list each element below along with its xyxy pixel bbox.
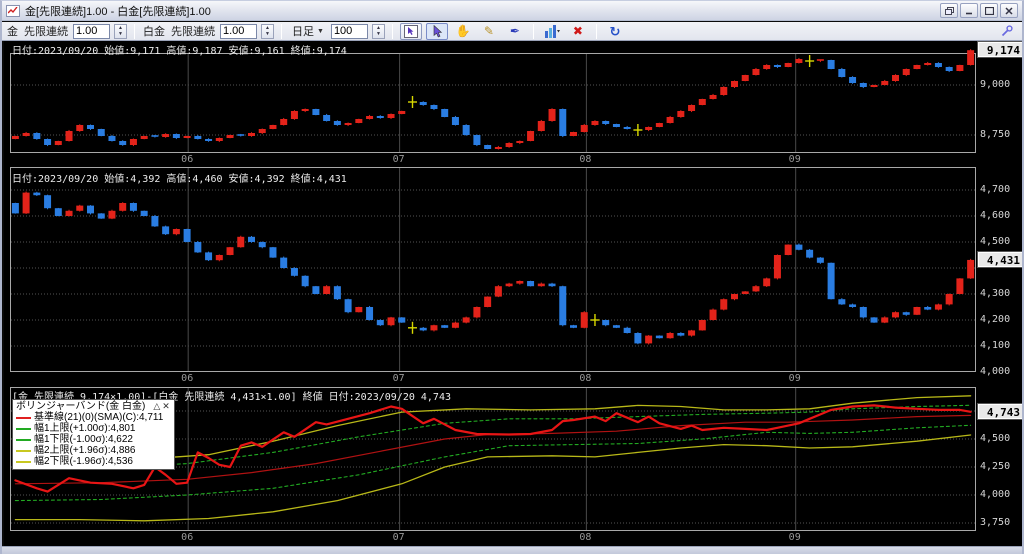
toolbar-separator <box>281 23 282 39</box>
y-axis-label: 4,200 <box>980 314 1011 325</box>
x-axis-month-label: 08 <box>579 154 592 165</box>
toolbar-separator <box>134 23 135 39</box>
y-axis-label: 4,300 <box>980 288 1011 299</box>
toolbar-separator <box>391 23 393 39</box>
legend-row: 幅2下限(-1.96σ):4,536 <box>16 456 170 467</box>
x-axis-month-label: 09 <box>788 373 801 384</box>
legend-collapse-icon[interactable]: △ <box>153 401 160 412</box>
chevron-down-icon: ▼ <box>317 27 324 35</box>
y-axis-label: 4,250 <box>980 461 1011 472</box>
legend-line-swatch <box>16 460 31 463</box>
legend-row-label: 幅2上限(+1.96σ):4,886 <box>34 445 136 456</box>
x-axis-month-label: 09 <box>788 154 801 165</box>
spread-x-axis: 06 07 08 09 <box>4 531 976 545</box>
toolbar-separator <box>595 23 597 39</box>
legend-line-swatch <box>16 416 31 419</box>
x-axis-month-label: 09 <box>788 532 801 543</box>
gold-series-label: 先限連続 <box>24 26 68 38</box>
y-axis-label: 4,500 <box>980 236 1011 247</box>
gold-candle-chart[interactable] <box>4 41 1024 153</box>
window-bottom-border <box>2 546 1022 554</box>
legend-row-label: 幅2下限(-1.96σ):4,536 <box>34 456 133 467</box>
legend-title: ボリンジャーバンド(金 白金) <box>16 401 146 412</box>
legend-row-label: 幅1下限(-1.00σ):4,622 <box>34 434 133 445</box>
legend-line-swatch <box>16 427 31 430</box>
maximize-button[interactable] <box>980 3 998 18</box>
x-axis-month-label: 08 <box>579 373 592 384</box>
candles <box>11 191 975 345</box>
plat-last-price-badge: 4,431 <box>977 250 1022 268</box>
gold-ratio-spinner[interactable]: ▲ ▼ <box>114 23 127 39</box>
x-axis-month-label: 07 <box>392 532 405 543</box>
hand-tool-button[interactable]: ✋ <box>452 23 474 40</box>
delete-indicator-button[interactable]: ✖ <box>567 23 589 40</box>
cursor-tool-button[interactable] <box>425 22 448 40</box>
gold-last-price-badge: 9,174 <box>977 41 1022 59</box>
legend-row: 幅1上限(+1.00σ):4,801 <box>16 423 170 434</box>
y-axis-label: 4,500 <box>980 433 1011 444</box>
window-title: 金[先限連続]1.00 - 白金[先限連続]1.00 <box>25 5 211 18</box>
toolbar-separator <box>532 23 534 39</box>
legend-row-label: 基準線(21)(0)(SMA)(C):4,711 <box>34 412 164 423</box>
platinum-x-axis: 06 07 08 09 <box>4 372 976 386</box>
float-window-button[interactable] <box>940 3 958 18</box>
period-dropdown[interactable]: 日足 ▼ <box>289 23 327 39</box>
plat-symbol-label: 白金 <box>143 26 165 38</box>
gold-ratio-input[interactable] <box>73 23 110 39</box>
y-axis-label: 4,600 <box>980 210 1011 221</box>
legend-line-swatch <box>16 449 31 452</box>
legend-row: 幅1下限(-1.00σ):4,622 <box>16 434 170 445</box>
x-axis-month-label: 08 <box>579 532 592 543</box>
x-axis-month-label: 07 <box>392 373 405 384</box>
x-axis-month-label: 06 <box>181 373 194 384</box>
y-axis-label: 9,000 <box>980 79 1011 90</box>
pencil-tool-button[interactable]: ✎ <box>478 23 500 40</box>
app-icon <box>6 4 20 17</box>
legend-row: 基準線(21)(0)(SMA)(C):4,711 <box>16 412 170 423</box>
toolbar: 金 先限連続 ▲▼ 白金 先限連続 ▲▼ 日足 ▼ ▲▼ ✋ ✎ ✒ ✖ ↻ <box>2 22 1022 41</box>
bollinger-legend: ボリンジャーバンド(金 白金) △ ✕ 基準線(21)(0)(SMA)(C):4… <box>12 399 175 470</box>
y-axis-label: 4,700 <box>980 184 1011 195</box>
plat-ratio-input[interactable] <box>220 23 257 39</box>
x-axis-month-label: 07 <box>392 154 405 165</box>
bar-count-input[interactable] <box>330 23 368 39</box>
price-axis-column: 9,000 8,750 9,174 4,700 4,600 4,500 4,300 4,200… <box>977 41 1022 547</box>
bar-count-spinner[interactable]: ▲ ▼ <box>371 23 385 39</box>
y-axis-label: 4,000 <box>980 489 1011 500</box>
x-axis-month-label: 06 <box>181 154 194 165</box>
platinum-info-line: 日付:2023/09/20 始値:4,392 高値:4,460 安値:4,392… <box>12 174 347 185</box>
title-bar[interactable]: 金[先限連続]1.00 - 白金[先限連続]1.00 <box>2 1 1022 21</box>
crosshair-tool-button[interactable] <box>399 22 422 40</box>
y-axis-label: 4,100 <box>980 340 1011 351</box>
chart-region: 日付:2023/09/20 始値:9,171 高値:9,187 安値:9,161… <box>4 41 1024 547</box>
legend-row: 幅2上限(+1.96σ):4,886 <box>16 445 170 456</box>
legend-row-label: 幅1上限(+1.00σ):4,801 <box>34 423 136 434</box>
close-button[interactable] <box>1000 3 1018 18</box>
legend-line-swatch <box>16 438 31 441</box>
indicator-chart-button[interactable] <box>541 23 563 40</box>
y-axis-label: 8,750 <box>980 129 1011 140</box>
gold-symbol-label: 金 <box>7 26 18 38</box>
minimize-button[interactable] <box>960 3 978 18</box>
gold-info-line: 日付:2023/09/20 始値:9,171 高値:9,187 安値:9,161… <box>12 46 347 57</box>
refresh-button[interactable]: ↻ <box>604 23 626 40</box>
spread-last-price-badge: 4,743 <box>977 402 1022 420</box>
plat-ratio-spinner[interactable]: ▲ ▼ <box>261 23 274 39</box>
plat-series-label: 先限連続 <box>171 26 215 38</box>
chart-window: 金[先限連続]1.00 - 白金[先限連続]1.00 金 先限連続 ▲▼ 白金 … <box>0 0 1024 554</box>
platinum-candle-chart[interactable] <box>4 167 1024 372</box>
period-label: 日足 <box>292 26 314 38</box>
pen-tool-button[interactable]: ✒ <box>504 23 526 40</box>
x-axis-month-label: 06 <box>181 532 194 543</box>
settings-wrench-icon[interactable] <box>996 23 1018 40</box>
candles <box>11 49 975 150</box>
y-axis-label: 4,000 <box>980 366 1011 377</box>
gold-x-axis: 06 07 08 09 <box>4 153 976 167</box>
y-axis-label: 3,750 <box>980 517 1011 528</box>
legend-close-icon[interactable]: ✕ <box>162 401 170 412</box>
